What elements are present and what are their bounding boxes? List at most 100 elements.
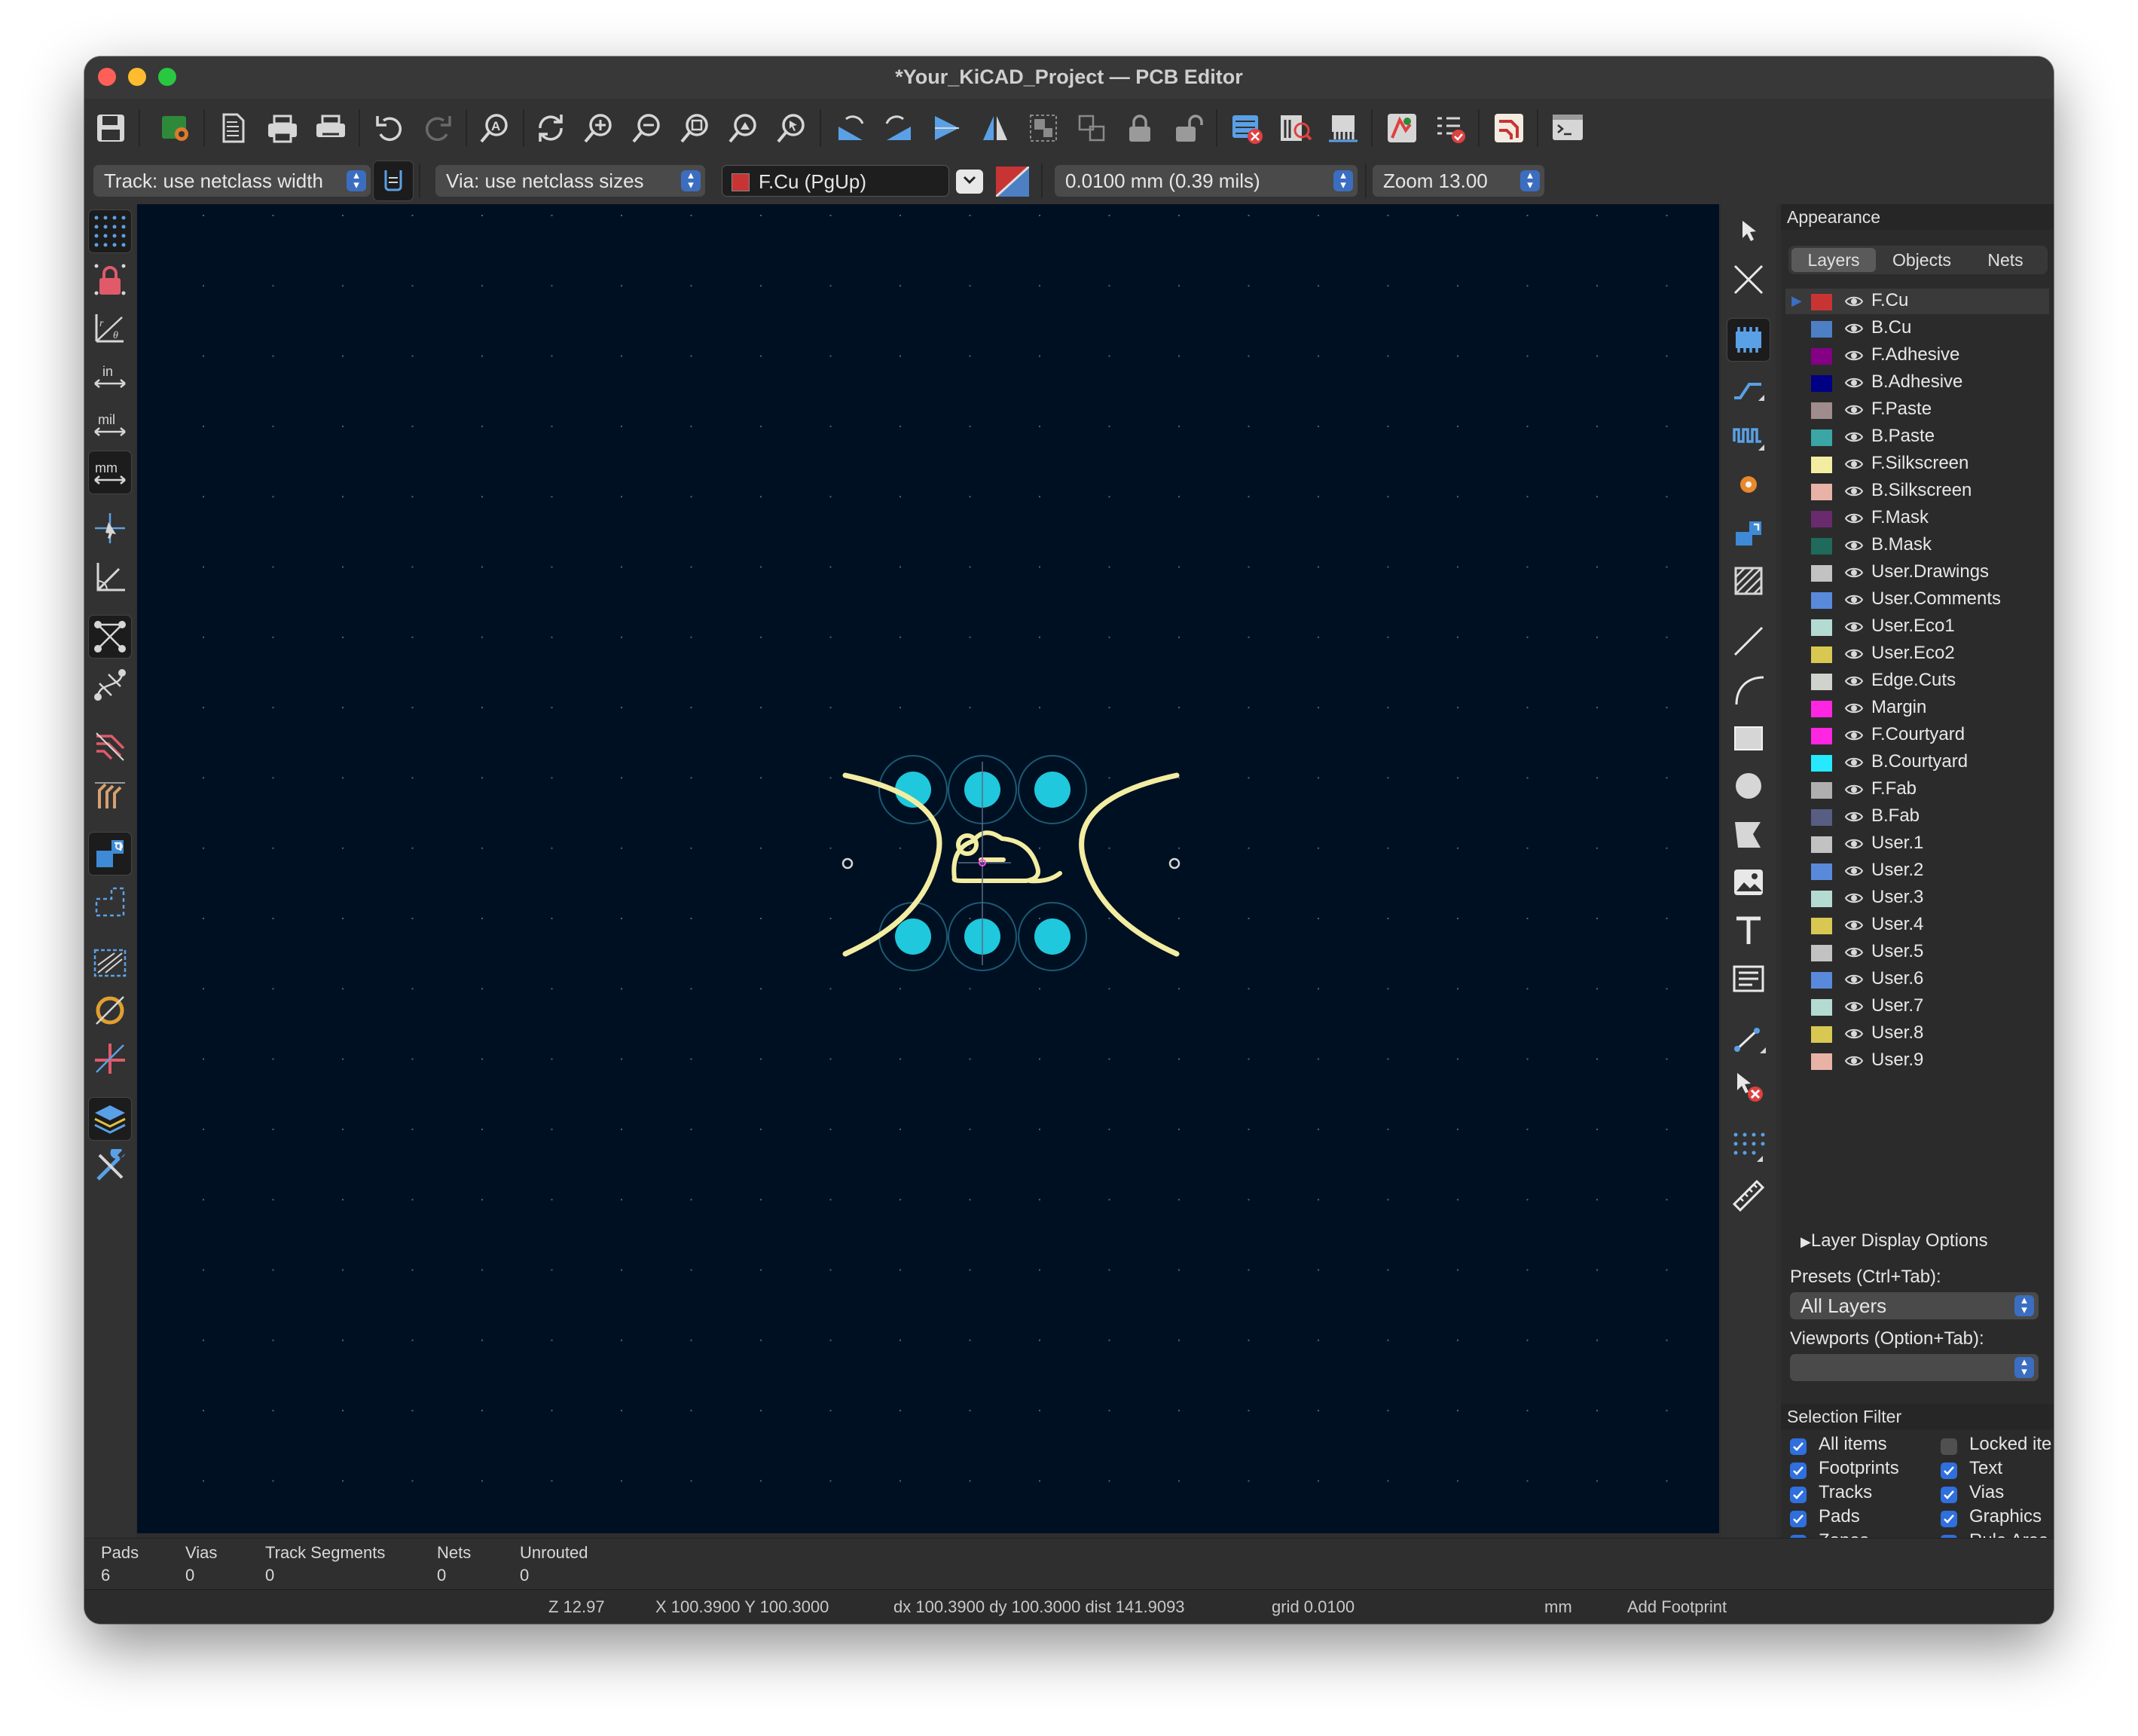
viewports-select[interactable]: ▴ ▾ bbox=[1790, 1354, 2039, 1381]
footprint-library-icon[interactable] bbox=[1275, 108, 1315, 148]
filter-checkbox[interactable] bbox=[1941, 1462, 1957, 1479]
eye-icon[interactable] bbox=[1844, 863, 1864, 879]
filter-checkbox[interactable] bbox=[1790, 1487, 1807, 1503]
layer-color-swatch[interactable] bbox=[1811, 619, 1832, 636]
eye-icon[interactable] bbox=[1844, 673, 1864, 689]
layer-color-swatch[interactable] bbox=[1811, 429, 1832, 446]
grid-lock-icon[interactable] bbox=[89, 258, 131, 301]
checklist-icon[interactable] bbox=[1430, 108, 1471, 148]
layer-color-swatch[interactable] bbox=[1811, 972, 1832, 989]
route-track-icon[interactable] bbox=[1727, 367, 1770, 409]
layer-pair-icon[interactable] bbox=[994, 165, 1031, 198]
layer-color-swatch[interactable] bbox=[1811, 1026, 1832, 1043]
eye-icon[interactable] bbox=[1844, 591, 1864, 608]
zoom-selection-icon[interactable] bbox=[771, 108, 812, 148]
show-tracks-icon[interactable] bbox=[89, 772, 131, 815]
filter-checkbox[interactable] bbox=[1790, 1438, 1807, 1455]
eye-icon[interactable] bbox=[1844, 510, 1864, 527]
layer-color-swatch[interactable] bbox=[1811, 402, 1832, 419]
layer-color-swatch[interactable] bbox=[1811, 809, 1832, 826]
eye-icon[interactable] bbox=[1844, 293, 1864, 310]
grid-select[interactable]: 0.0100 mm (0.39 mils) ▴ ▾ bbox=[1055, 165, 1358, 197]
eye-icon[interactable] bbox=[1844, 808, 1864, 825]
eye-icon[interactable] bbox=[1844, 944, 1864, 961]
add-dimension-icon[interactable] bbox=[1727, 1018, 1770, 1060]
page-settings-icon[interactable] bbox=[212, 108, 253, 148]
layer-dropdown-button[interactable] bbox=[956, 170, 983, 194]
layer-row[interactable]: User.Drawings bbox=[1785, 560, 2049, 585]
ungroup-icon[interactable] bbox=[1071, 108, 1112, 148]
layer-row[interactable]: User.4 bbox=[1785, 912, 2049, 938]
draw-polygon-icon[interactable] bbox=[1727, 813, 1770, 855]
layer-color-swatch[interactable] bbox=[1811, 592, 1832, 609]
draw-line-icon[interactable] bbox=[1727, 620, 1770, 662]
unlock-icon[interactable] bbox=[1168, 108, 1208, 148]
rotate-cw-icon[interactable] bbox=[878, 108, 919, 148]
add-footprint-icon[interactable] bbox=[1727, 318, 1770, 362]
pcb-canvas[interactable] bbox=[137, 204, 1719, 1533]
undo-icon[interactable] bbox=[369, 108, 410, 148]
filter-checkbox[interactable] bbox=[1790, 1462, 1807, 1479]
eye-icon[interactable] bbox=[1844, 727, 1864, 744]
eye-icon[interactable] bbox=[1844, 917, 1864, 934]
layer-color-swatch[interactable] bbox=[1811, 782, 1832, 799]
drc-icon[interactable] bbox=[1226, 108, 1267, 148]
layer-color-swatch[interactable] bbox=[1811, 348, 1832, 365]
redo-icon[interactable] bbox=[417, 108, 458, 148]
ratsnest-icon[interactable] bbox=[88, 615, 132, 659]
layer-row[interactable]: F.Adhesive bbox=[1785, 343, 2049, 368]
eye-icon[interactable] bbox=[1844, 971, 1864, 988]
eye-icon[interactable] bbox=[1844, 646, 1864, 662]
layer-color-swatch[interactable] bbox=[1811, 321, 1832, 338]
layer-color-swatch[interactable] bbox=[1811, 646, 1832, 663]
print-icon[interactable] bbox=[262, 108, 303, 148]
refresh-icon[interactable] bbox=[530, 108, 571, 148]
add-textbox-icon[interactable] bbox=[1727, 958, 1770, 1000]
eye-icon[interactable] bbox=[1844, 1053, 1864, 1069]
zoom-objects-icon[interactable] bbox=[723, 108, 764, 148]
grid-toggle-icon[interactable] bbox=[88, 209, 132, 253]
update-pcb-icon[interactable] bbox=[1382, 108, 1422, 148]
eye-icon[interactable] bbox=[1844, 836, 1864, 852]
layer-row[interactable]: B.Adhesive bbox=[1785, 370, 2049, 396]
layer-color-swatch[interactable] bbox=[1811, 457, 1832, 473]
board-view[interactable] bbox=[137, 204, 1719, 1533]
scripting-console-icon[interactable] bbox=[1547, 108, 1588, 148]
mirror-icon[interactable] bbox=[975, 108, 1016, 148]
plot-icon[interactable] bbox=[310, 108, 351, 148]
add-text-icon[interactable] bbox=[1727, 909, 1770, 952]
layer-row[interactable]: B.Cu bbox=[1785, 316, 2049, 341]
layer-row[interactable]: User.5 bbox=[1785, 940, 2049, 965]
filter-checkbox[interactable] bbox=[1941, 1438, 1957, 1455]
grid-origin-icon[interactable] bbox=[1727, 1126, 1770, 1169]
add-via-icon[interactable] bbox=[1727, 463, 1770, 506]
eye-icon[interactable] bbox=[1844, 537, 1864, 554]
zoom-fit-icon[interactable] bbox=[675, 108, 716, 148]
track-width-select[interactable]: Track: use netclass width ▴ ▾ bbox=[93, 165, 371, 197]
eye-icon[interactable] bbox=[1844, 320, 1864, 337]
units-mils-icon[interactable]: mil bbox=[89, 403, 131, 445]
layer-color-swatch[interactable] bbox=[1811, 945, 1832, 961]
add-zone-icon[interactable] bbox=[1727, 512, 1770, 554]
properties-tools-icon[interactable] bbox=[89, 1146, 131, 1188]
layer-row[interactable]: User.Comments bbox=[1785, 587, 2049, 613]
layer-row[interactable]: B.Silkscreen bbox=[1785, 478, 2049, 504]
layer-row[interactable]: User.Eco2 bbox=[1785, 641, 2049, 667]
layer-color-swatch[interactable] bbox=[1811, 863, 1832, 880]
eye-icon[interactable] bbox=[1844, 402, 1864, 418]
tab-objects[interactable]: Objects bbox=[1880, 248, 1963, 272]
route-icon[interactable] bbox=[1489, 108, 1529, 148]
draw-rectangle-icon[interactable] bbox=[1727, 717, 1770, 759]
active-layer-select[interactable]: F.Cu (PgUp) bbox=[722, 165, 949, 197]
zoom-in-icon[interactable] bbox=[579, 108, 619, 148]
highlight-net-icon[interactable] bbox=[89, 724, 131, 766]
eye-icon[interactable] bbox=[1844, 347, 1864, 364]
eye-icon[interactable] bbox=[1844, 429, 1864, 445]
layers-manager-icon[interactable] bbox=[88, 1097, 132, 1141]
layer-row[interactable]: ▶ F.Cu bbox=[1785, 289, 2049, 314]
filter-checkbox[interactable] bbox=[1941, 1511, 1957, 1527]
rotate-ccw-icon[interactable] bbox=[830, 108, 871, 148]
layer-color-swatch[interactable] bbox=[1811, 484, 1832, 500]
layer-row[interactable]: User.3 bbox=[1785, 885, 2049, 911]
eye-icon[interactable] bbox=[1844, 781, 1864, 798]
